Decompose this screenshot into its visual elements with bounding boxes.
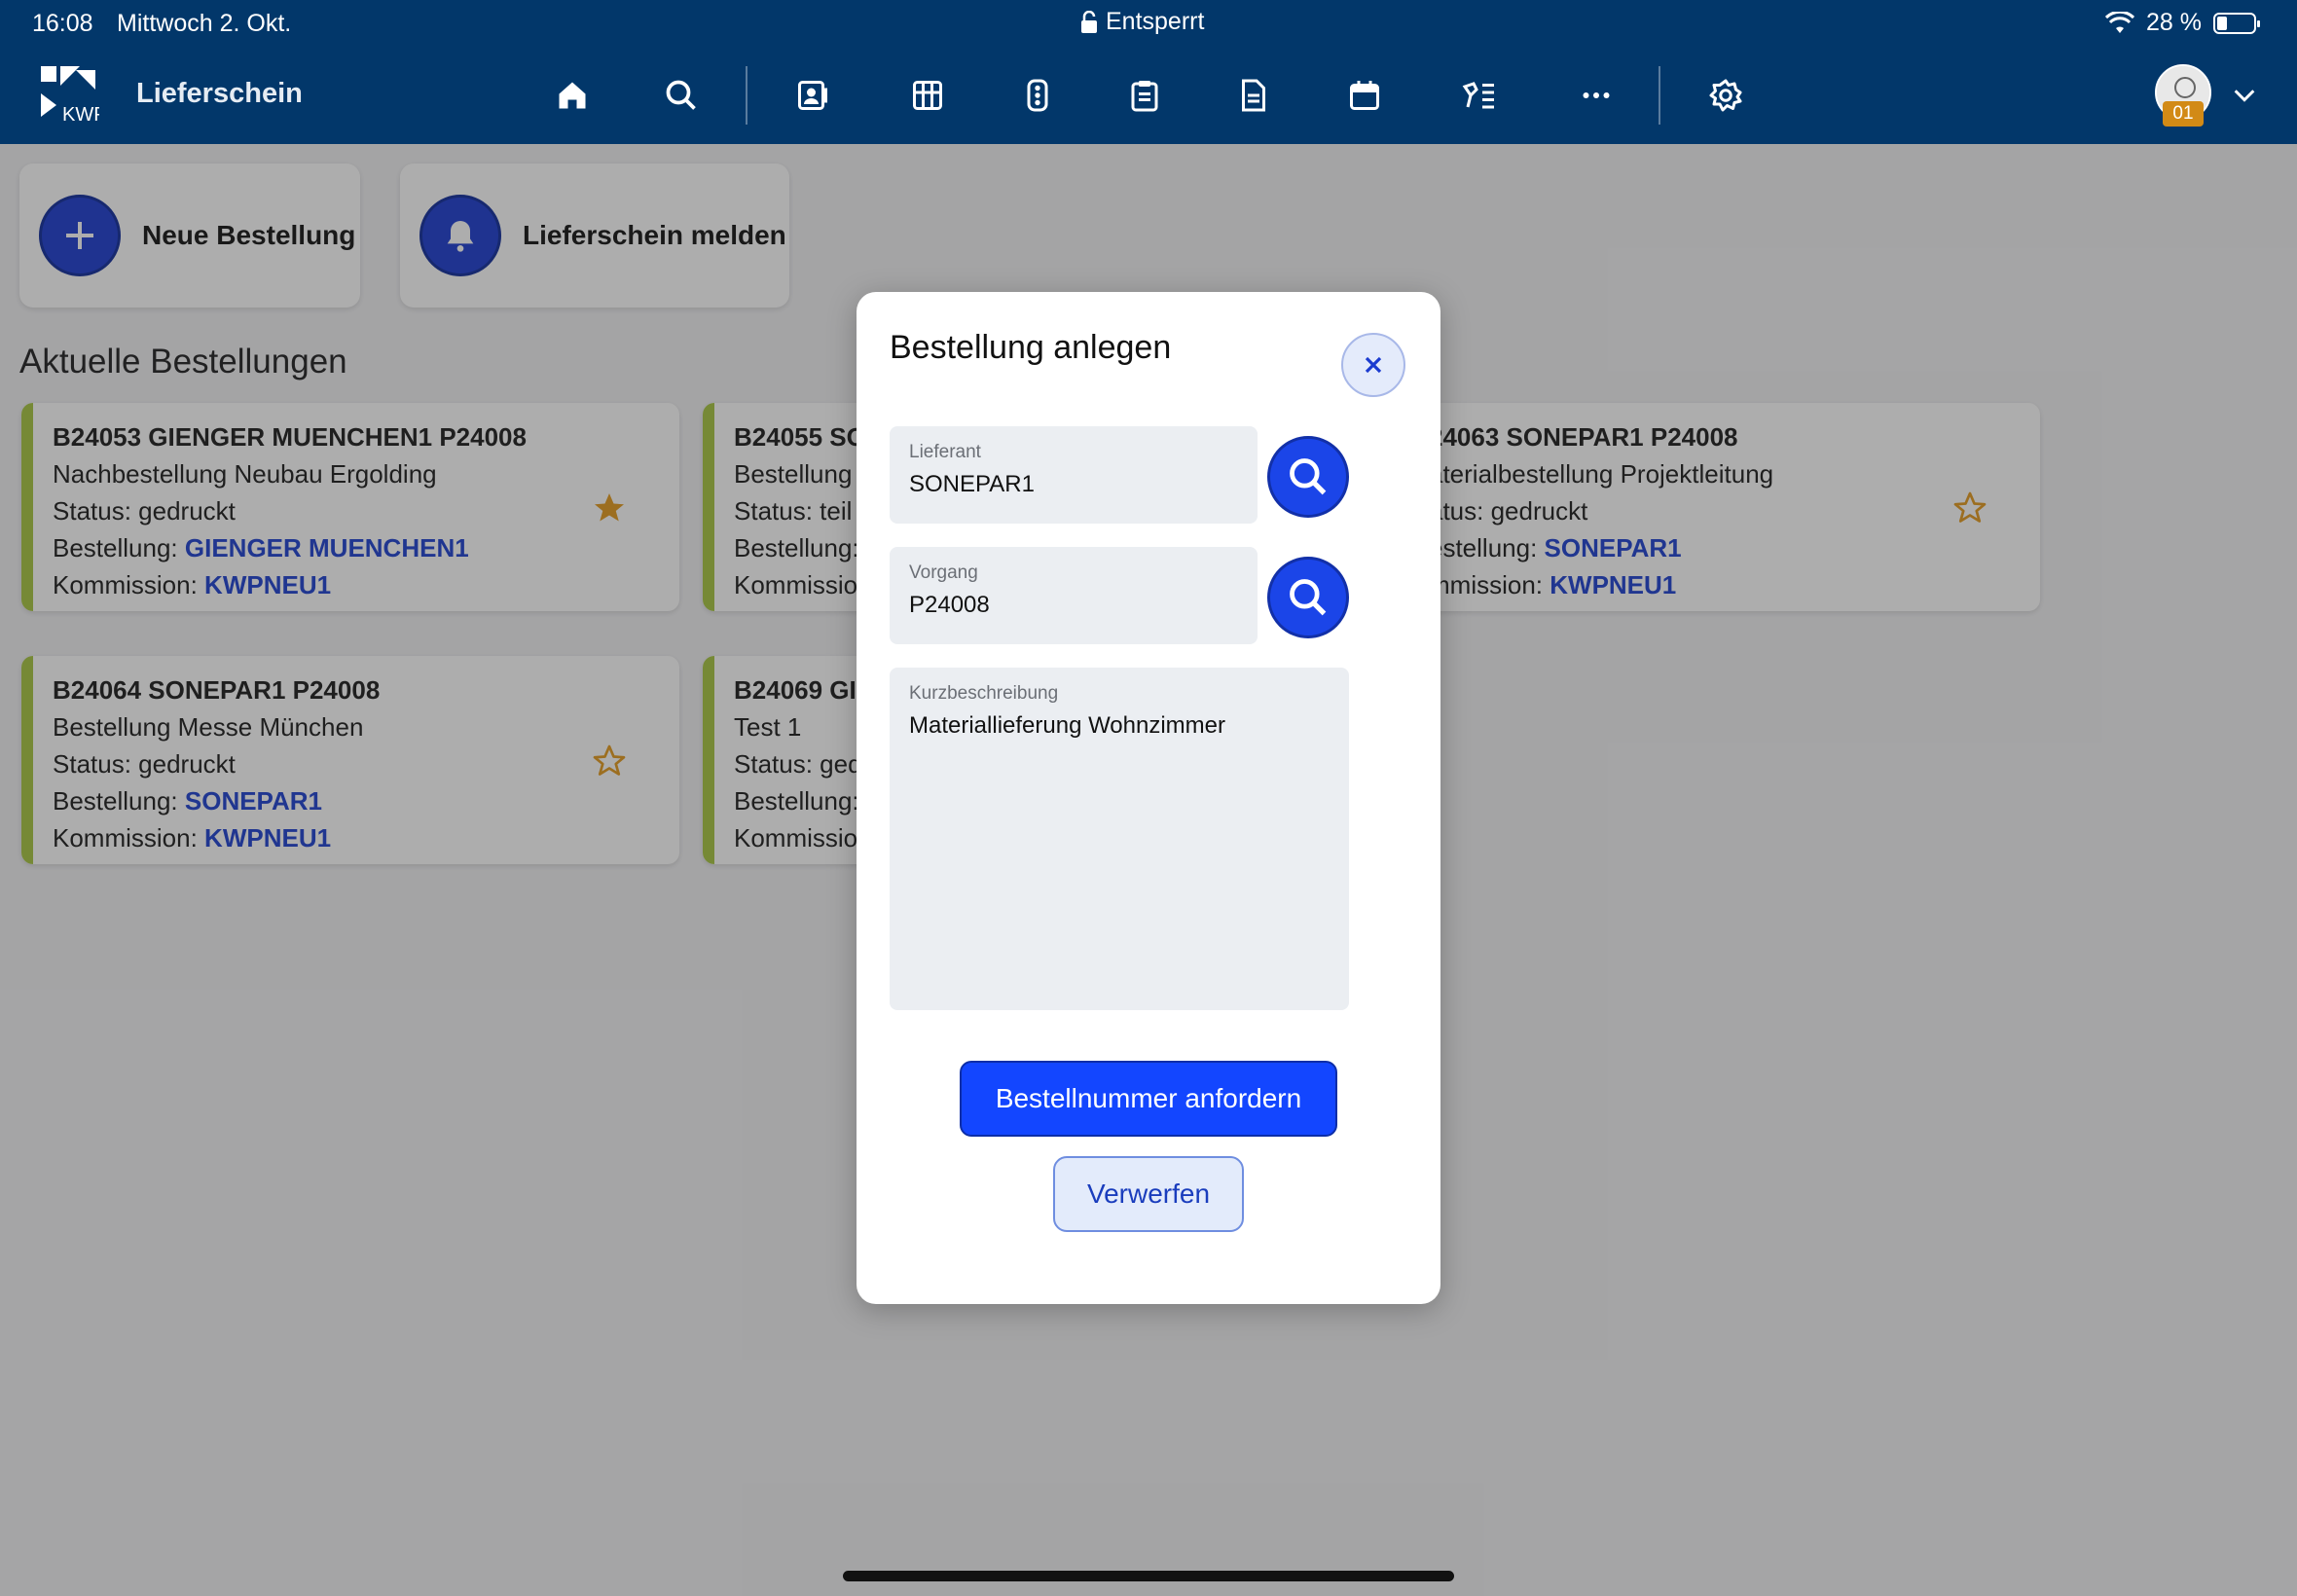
- calendar-icon[interactable]: [1345, 76, 1384, 115]
- status-bar: 16:08 Mittwoch 2. Okt. Entsperrt 28 %: [0, 0, 2297, 47]
- traffic-light-icon[interactable]: [1018, 76, 1057, 115]
- settings-icon[interactable]: [1706, 76, 1745, 115]
- app-title: Lieferschein: [136, 78, 303, 109]
- more-icon[interactable]: [1577, 76, 1616, 115]
- unlock-icon: [1081, 10, 1097, 33]
- search-icon[interactable]: [662, 76, 701, 115]
- dialog-title: Bestellung anlegen: [890, 329, 1172, 366]
- clipboard-icon[interactable]: [1125, 76, 1164, 115]
- search-icon: [1290, 458, 1327, 495]
- discard-button[interactable]: Verwerfen: [1053, 1156, 1244, 1232]
- supplier-search-button[interactable]: [1267, 436, 1349, 518]
- svg-text:KWP: KWP: [62, 104, 99, 125]
- status-right: 28 %: [2105, 9, 2260, 37]
- short-description-label: Kurzbeschreibung: [909, 683, 1059, 704]
- close-icon: [1365, 356, 1382, 374]
- grid-icon[interactable]: [908, 76, 947, 115]
- tools-list-icon[interactable]: [1460, 76, 1499, 115]
- battery-percent: 28 %: [2146, 9, 2202, 36]
- nav-separator: [1659, 66, 1660, 125]
- request-order-number-button[interactable]: Bestellnummer anfordern: [960, 1061, 1337, 1137]
- process-search-button[interactable]: [1267, 557, 1349, 638]
- avatar-badge: 01: [2163, 101, 2204, 127]
- document-icon[interactable]: [1234, 76, 1273, 115]
- create-order-dialog: Bestellung anlegen Lieferant SONEPAR1 Vo…: [857, 292, 1440, 1304]
- process-value: P24008: [909, 592, 990, 618]
- battery-fill: [2217, 16, 2228, 30]
- supplier-value: SONEPAR1: [909, 471, 1035, 497]
- process-field[interactable]: Vorgang P24008: [890, 547, 1258, 644]
- close-button[interactable]: [1341, 333, 1405, 397]
- app-header: 16:08 Mittwoch 2. Okt. Entsperrt 28 % KW…: [0, 0, 2297, 144]
- status-date: Mittwoch 2. Okt.: [117, 10, 292, 37]
- process-label: Vorgang: [909, 562, 978, 583]
- short-description-field[interactable]: Kurzbeschreibung Materiallieferung Wohnz…: [890, 668, 1349, 1010]
- nav-separator: [746, 66, 747, 125]
- home-icon[interactable]: [553, 76, 592, 115]
- contact-card-icon[interactable]: [793, 76, 832, 115]
- short-description-value: Materiallieferung Wohnzimmer: [909, 712, 1226, 739]
- status-time: 16:08: [32, 10, 93, 37]
- chevron-down-icon[interactable]: [2231, 82, 2258, 109]
- supplier-field[interactable]: Lieferant SONEPAR1: [890, 426, 1258, 524]
- lock-text: Entsperrt: [1106, 8, 1205, 35]
- search-icon: [1290, 579, 1327, 616]
- supplier-label: Lieferant: [909, 442, 981, 462]
- battery-icon: [2213, 12, 2260, 34]
- home-indicator: [843, 1571, 1454, 1581]
- kwp-logo[interactable]: KWP: [37, 64, 107, 126]
- lock-status: Entsperrt: [1080, 8, 1204, 36]
- wifi-icon: [2105, 11, 2135, 33]
